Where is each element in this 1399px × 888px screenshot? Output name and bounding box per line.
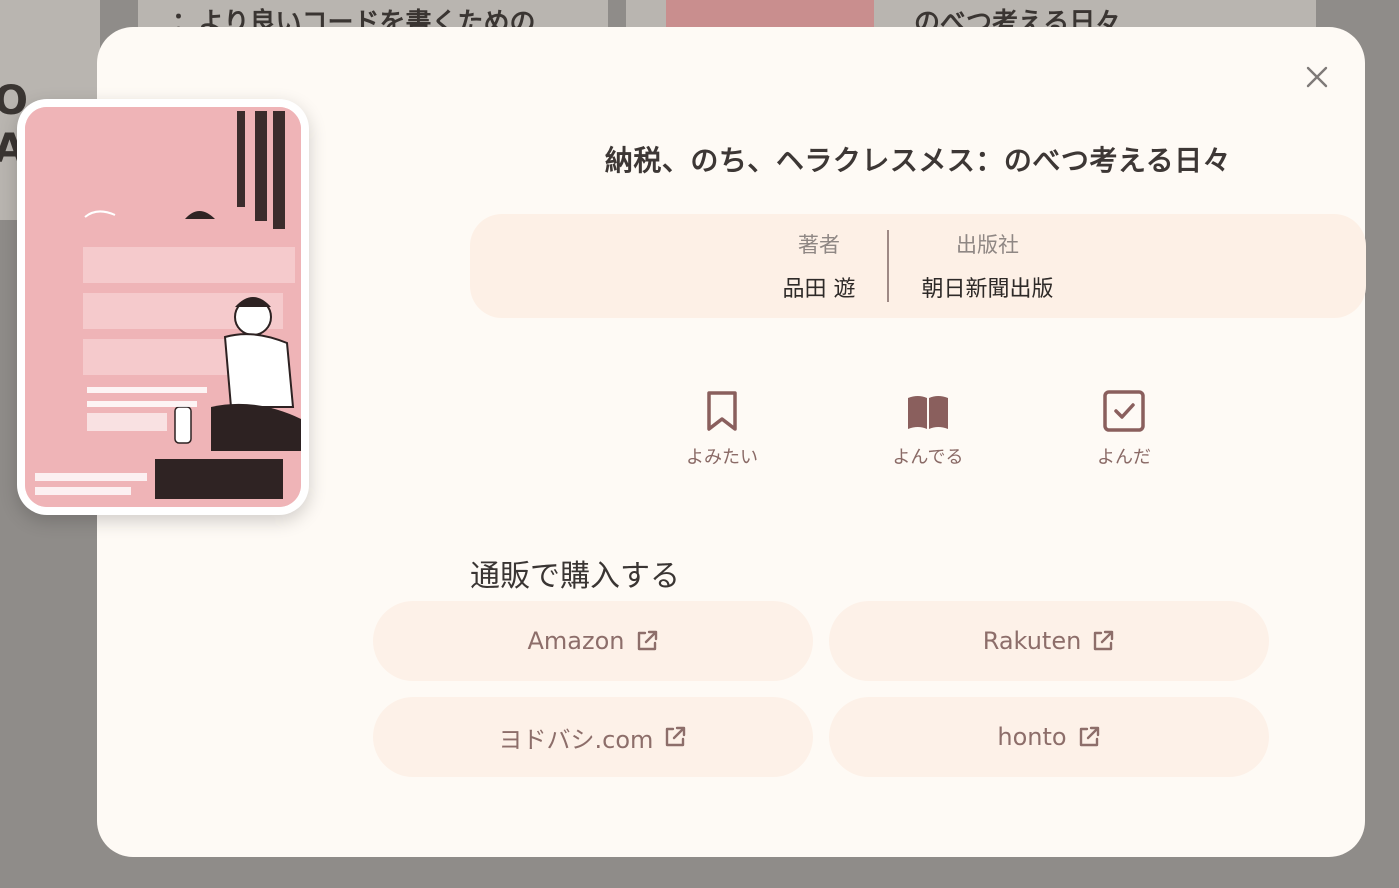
publisher-value: 朝日新聞出版 (921, 277, 1054, 302)
amazon-label: Amazon (527, 627, 625, 655)
want-to-read-button[interactable]: よみたい (662, 389, 782, 479)
book-title: 納税、のち、ヘラクレスメス：のべつ考える日々 (604, 144, 1232, 177)
purchase-heading: 通販で購入する (470, 559, 680, 594)
rakuten-label: Rakuten (982, 627, 1082, 655)
reading-label: よんでる (892, 447, 964, 468)
book-meta-panel: 著者 品田 遊 出版社 朝日新聞出版 (470, 214, 1366, 318)
author-label: 著者 (797, 233, 840, 257)
external-link-icon (663, 725, 687, 749)
honto-label: honto (997, 723, 1067, 751)
rakuten-link-button[interactable]: Rakuten (829, 601, 1269, 681)
external-link-icon (1077, 725, 1101, 749)
yodobashi-link-button[interactable]: ヨドバシ.com (373, 697, 813, 777)
author-column: 著者 品田 遊 (750, 229, 887, 303)
honto-link-button[interactable]: honto (829, 697, 1269, 777)
publisher-label: 出版社 (955, 233, 1019, 257)
reading-status-row: よみたい よんでる よんだ (470, 389, 1366, 479)
finished-label: よんだ (1097, 447, 1151, 468)
finished-button[interactable]: よんだ (1064, 389, 1184, 479)
book-cover-frame (17, 99, 309, 515)
author-value: 品田 遊 (782, 277, 856, 302)
close-icon (1306, 66, 1328, 88)
yodobashi-label: ヨドバシ.com (498, 725, 654, 754)
open-book-icon (908, 396, 948, 429)
amazon-link-button[interactable]: Amazon (373, 601, 813, 681)
want-to-read-label: よみたい (686, 447, 758, 468)
external-link-icon (635, 629, 659, 653)
checkbox-icon (1103, 390, 1145, 432)
reading-button[interactable]: よんでる (868, 389, 988, 479)
bookmark-icon (707, 391, 737, 431)
external-link-icon (1091, 629, 1115, 653)
close-button[interactable] (1300, 60, 1334, 94)
publisher-column: 出版社 朝日新聞出版 (889, 229, 1085, 303)
book-cover-image (25, 107, 301, 507)
